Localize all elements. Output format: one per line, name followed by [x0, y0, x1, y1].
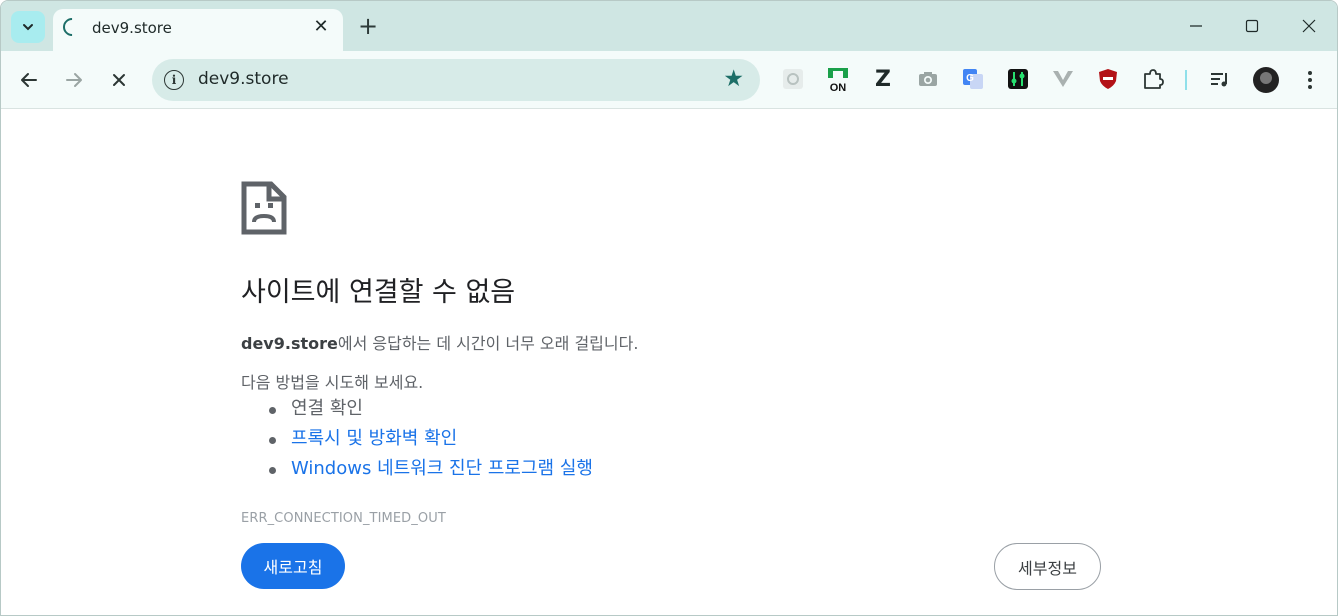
suggestion-check-proxy-firewall-link[interactable]: 프록시 및 방화벽 확인	[269, 427, 593, 457]
maximize-icon	[1245, 19, 1259, 33]
error-heading: 사이트에 연결할 수 없음	[241, 277, 516, 308]
active-tab[interactable]: dev9.store ✕	[53, 9, 343, 51]
new-tab-button[interactable]: +	[354, 12, 382, 40]
google-translate-extension-icon[interactable]: G	[960, 66, 986, 92]
error-description-text: 에서 응답하는 데 시간이 너무 오래 걸립니다.	[337, 334, 639, 353]
error-host: dev9.store	[241, 334, 338, 353]
error-description: dev9.store에서 응답하는 데 시간이 너무 오래 걸립니다.	[241, 330, 638, 354]
profile-avatar[interactable]	[1253, 67, 1279, 93]
reload-button[interactable]: 새로고침	[241, 543, 345, 589]
tab-close-icon[interactable]: ✕	[311, 15, 331, 37]
tab-strip: dev9.store ✕ +	[1, 1, 1337, 51]
arrow-right-icon	[66, 73, 82, 87]
tab-title: dev9.store	[92, 19, 172, 37]
on-badge-extension-icon[interactable]: ON	[825, 66, 851, 92]
loading-spinner-icon	[59, 14, 85, 40]
minimize-icon	[1190, 25, 1202, 27]
browser-window: dev9.store ✕ + i dev9.store ★ ON Z G 사이트…	[0, 0, 1338, 616]
forward-button[interactable]	[59, 65, 89, 95]
settings-gear-extension-icon[interactable]	[780, 66, 806, 92]
z-extension-icon[interactable]: Z	[870, 66, 896, 92]
close-icon	[1302, 19, 1316, 33]
more-menu-icon[interactable]	[1297, 65, 1323, 95]
site-info-icon[interactable]: i	[164, 70, 184, 90]
suggestion-check-connection: 연결 확인	[269, 397, 593, 427]
stop-loading-button[interactable]	[104, 65, 134, 95]
bookmark-star-icon[interactable]: ★	[723, 66, 744, 92]
arrow-left-icon	[21, 73, 37, 87]
error-page: 사이트에 연결할 수 없음 dev9.store에서 응답하는 데 시간이 너무…	[1, 110, 1337, 615]
shield-block-extension-icon[interactable]	[1095, 66, 1121, 92]
svg-text:G: G	[966, 73, 974, 84]
details-button[interactable]: 세부정보	[994, 543, 1101, 590]
back-button[interactable]	[14, 65, 44, 95]
v-extension-icon[interactable]	[1050, 66, 1076, 92]
chevron-down-icon	[23, 24, 33, 31]
tab-search-button[interactable]	[11, 11, 45, 43]
try-suggestions-label: 다음 방법을 시도해 보세요.	[241, 373, 424, 392]
window-close-button[interactable]	[1286, 11, 1332, 41]
camera-extension-icon[interactable]	[915, 66, 941, 92]
svg-text:ON: ON	[830, 82, 847, 92]
url-text[interactable]: dev9.store	[198, 69, 289, 89]
toolbar: i dev9.store ★ ON Z G	[1, 51, 1337, 109]
sad-document-icon	[241, 181, 287, 235]
puzzle-extensions-icon[interactable]	[1140, 66, 1166, 92]
minimize-button[interactable]	[1173, 11, 1219, 41]
maximize-button[interactable]	[1229, 11, 1275, 41]
equalizer-extension-icon[interactable]	[1005, 66, 1031, 92]
toolbar-divider	[1185, 70, 1187, 90]
stop-x-icon	[113, 74, 125, 86]
suggestion-list: 연결 확인 프록시 및 방화벽 확인 Windows 네트워크 진단 프로그램 …	[269, 397, 593, 487]
error-code: ERR_CONNECTION_TIMED_OUT	[241, 511, 446, 526]
media-queue-icon[interactable]	[1207, 66, 1233, 92]
address-bar[interactable]: i dev9.store ★	[152, 59, 760, 101]
suggestion-run-network-diagnostics-link[interactable]: Windows 네트워크 진단 프로그램 실행	[269, 457, 593, 487]
